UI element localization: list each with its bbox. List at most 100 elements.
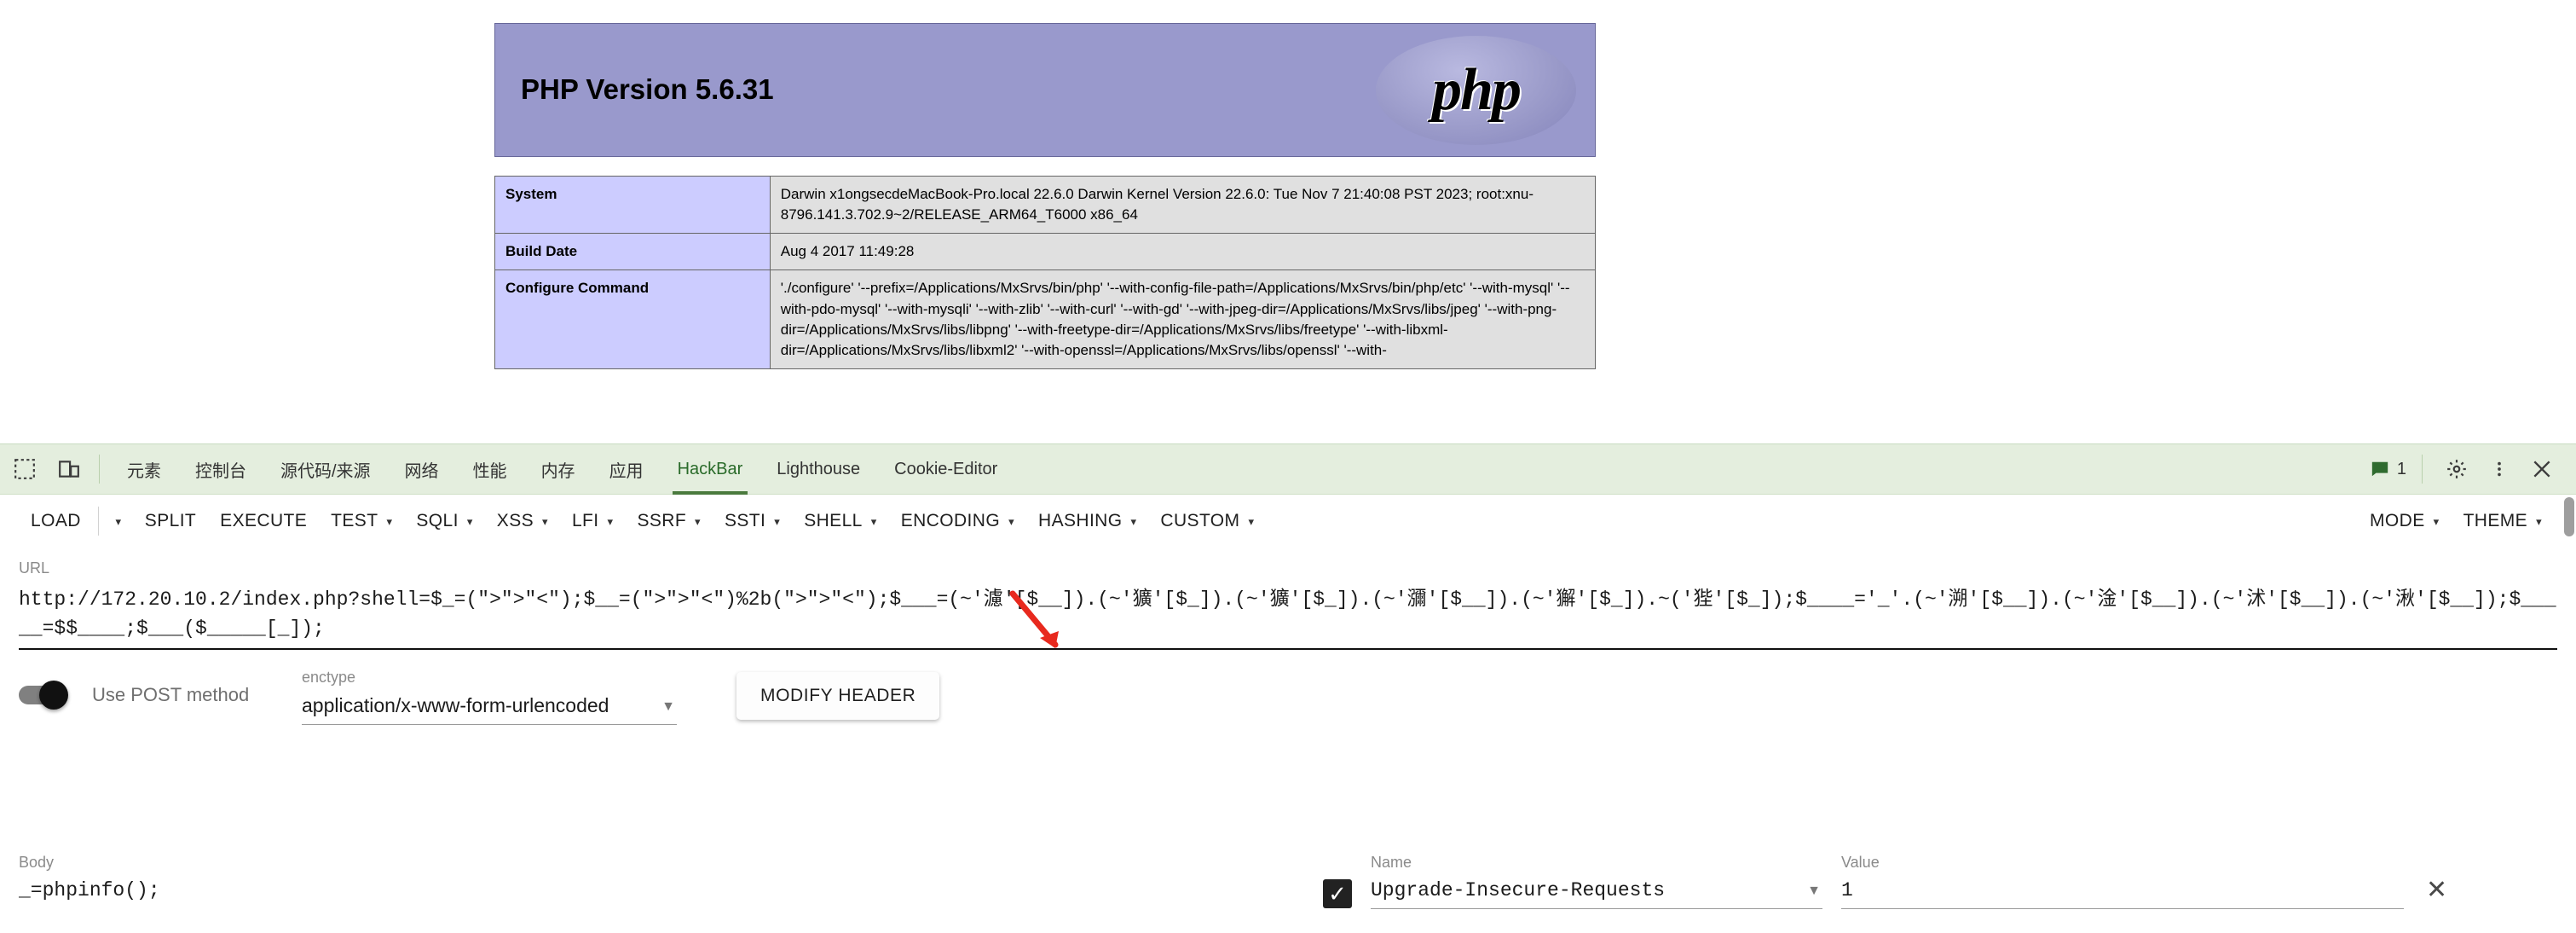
- theme-menu-button[interactable]: THEME ▾: [2452, 502, 2554, 540]
- ssti-menu-button[interactable]: SSTI ▾: [713, 502, 792, 540]
- use-post-method-label: Use POST method: [92, 684, 250, 705]
- xss-menu-label: XSS: [496, 511, 534, 530]
- devtools-tabbar: 元素 控制台 源代码/来源 网络 性能 内存 应用 HackBar Lighth…: [0, 444, 2576, 495]
- tab-sources[interactable]: 源代码/来源: [263, 444, 388, 495]
- table-cell-key: System: [494, 175, 771, 235]
- ssrf-menu-button[interactable]: SSRF ▾: [625, 502, 713, 540]
- mode-menu-button[interactable]: MODE ▾: [2358, 502, 2452, 540]
- table-row: System Darwin x1ongsecdeMacBook-Pro.loca…: [494, 175, 1597, 235]
- modify-header-button[interactable]: MODIFY HEADER: [736, 672, 940, 720]
- xss-menu-button[interactable]: XSS ▾: [485, 502, 560, 540]
- header-enabled-checkbox[interactable]: ✓: [1323, 879, 1352, 908]
- table-cell-key: Configure Command: [494, 269, 771, 369]
- execute-button[interactable]: EXECUTE: [208, 502, 319, 540]
- php-logo-icon: php: [1376, 36, 1576, 145]
- theme-menu-label: THEME: [2463, 511, 2528, 530]
- post-method-switch[interactable]: [19, 681, 72, 710]
- chevron-down-icon: ▾: [695, 514, 701, 528]
- load-dropdown-chevron-down-icon[interactable]: ▾: [104, 502, 133, 540]
- enctype-selected-value: application/x-www-form-urlencoded: [302, 694, 609, 716]
- header-name-group: Name Upgrade-Insecure-Requests ▼: [1371, 854, 1822, 909]
- close-icon[interactable]: [2523, 450, 2561, 488]
- tab-application[interactable]: 应用: [592, 444, 661, 495]
- chevron-down-icon: ▾: [2536, 514, 2542, 528]
- request-controls-row: Use POST method enctype application/x-ww…: [19, 669, 2557, 725]
- hackbar-toolbar: LOAD ▾ SPLIT EXECUTE TEST ▾ SQLI ▾ XSS ▾…: [0, 495, 2576, 548]
- page-title: PHP Version 5.6.31: [521, 73, 774, 105]
- tab-lighthouse[interactable]: Lighthouse: [760, 444, 877, 495]
- php-logo-label: php: [1432, 57, 1522, 123]
- custom-menu-label: CUSTOM: [1160, 511, 1240, 530]
- more-options-icon[interactable]: [2481, 450, 2518, 488]
- phpinfo-report: PHP Version 5.6.31 php System Darwin x1o…: [494, 23, 1597, 369]
- devtools-scrollbar[interactable]: [2564, 497, 2574, 536]
- header-value-group: Value 1: [1841, 854, 2404, 909]
- ssti-menu-label: SSTI: [724, 511, 766, 530]
- sqli-menu-label: SQLI: [416, 511, 459, 530]
- toolbar-divider: [2422, 455, 2423, 484]
- phpinfo-table: System Darwin x1ongsecdeMacBook-Pro.loca…: [494, 175, 1597, 369]
- test-menu-label: TEST: [331, 511, 378, 530]
- message-icon: [2371, 461, 2388, 477]
- lfi-menu-label: LFI: [571, 511, 599, 530]
- chevron-down-icon: ▾: [542, 514, 548, 528]
- shell-menu-button[interactable]: SHELL ▾: [792, 502, 888, 540]
- table-cell-value: Darwin x1ongsecdeMacBook-Pro.local 22.6.…: [769, 175, 1597, 235]
- header-entry-row: ✓ Name Upgrade-Insecure-Requests ▼ Value…: [1297, 854, 2557, 909]
- body-input[interactable]: _=phpinfo();: [19, 879, 1297, 901]
- load-button[interactable]: LOAD: [19, 502, 93, 540]
- url-input[interactable]: http://172.20.10.2/index.php?shell=$_=("…: [19, 585, 2557, 650]
- device-toolbar-icon[interactable]: [49, 449, 89, 489]
- chevron-down-icon: ▾: [1130, 514, 1137, 528]
- table-cell-key: Build Date: [494, 233, 771, 271]
- settings-gear-icon[interactable]: [2438, 450, 2475, 488]
- tab-cookie-editor[interactable]: Cookie-Editor: [877, 444, 1014, 495]
- tab-elements[interactable]: 元素: [110, 444, 178, 495]
- chevron-down-icon: ▾: [466, 514, 473, 528]
- devtools-tabbar-actions: 1: [2365, 450, 2576, 488]
- chevron-down-icon: ▾: [386, 514, 393, 528]
- toolbar-divider: [97, 507, 99, 536]
- tab-network[interactable]: 网络: [388, 444, 456, 495]
- lfi-menu-button[interactable]: LFI ▾: [560, 502, 625, 540]
- hashing-menu-button[interactable]: HASHING ▾: [1026, 502, 1148, 540]
- test-menu-button[interactable]: TEST ▾: [319, 502, 404, 540]
- table-row: Build Date Aug 4 2017 11:49:28: [494, 233, 1597, 271]
- status-badge: 1: [2396, 459, 2406, 478]
- tab-console[interactable]: 控制台: [178, 444, 263, 495]
- remove-header-close-icon[interactable]: ✕: [2426, 878, 2447, 903]
- enctype-label: enctype: [302, 669, 356, 686]
- header-name-label: Name: [1371, 854, 1412, 871]
- enctype-field-group: enctype application/x-www-form-urlencode…: [302, 669, 677, 725]
- body-field-group: Body _=phpinfo();: [19, 854, 1297, 901]
- chevron-down-icon: ▾: [607, 514, 614, 528]
- console-message-badge[interactable]: 1: [2365, 460, 2411, 479]
- split-button[interactable]: SPLIT: [133, 502, 208, 540]
- custom-menu-button[interactable]: CUSTOM ▾: [1148, 502, 1266, 540]
- table-cell-value: Aug 4 2017 11:49:28: [769, 233, 1597, 271]
- header-name-select[interactable]: Upgrade-Insecure-Requests ▼: [1371, 879, 1822, 909]
- chevron-down-icon: ▾: [774, 514, 781, 528]
- tab-memory[interactable]: 内存: [524, 444, 592, 495]
- hashing-menu-label: HASHING: [1038, 511, 1123, 530]
- tab-performance[interactable]: 性能: [456, 444, 524, 495]
- devtools-panel: 元素 控制台 源代码/来源 网络 性能 内存 应用 HackBar Lighth…: [0, 443, 2576, 933]
- enctype-select[interactable]: application/x-www-form-urlencoded ▼: [302, 694, 677, 725]
- inspect-element-icon[interactable]: [5, 449, 44, 489]
- tab-hackbar[interactable]: HackBar: [661, 444, 760, 495]
- phpinfo-banner: PHP Version 5.6.31 php: [494, 23, 1596, 157]
- chevron-down-icon: ▾: [870, 514, 877, 528]
- sqli-menu-button[interactable]: SQLI ▾: [404, 502, 484, 540]
- use-post-method-toggle[interactable]: Use POST method: [19, 669, 283, 710]
- header-name-value: Upgrade-Insecure-Requests: [1371, 879, 1666, 901]
- header-value-input[interactable]: 1: [1841, 879, 2404, 909]
- header-value-text: 1: [1841, 879, 1853, 901]
- url-field-group: URL http://172.20.10.2/index.php?shell=$…: [19, 559, 2557, 650]
- shell-menu-label: SHELL: [804, 511, 863, 530]
- switch-knob: [39, 681, 68, 710]
- request-body-and-header-row: Body _=phpinfo(); ✓ Name Upgrade-Insecur…: [0, 854, 2576, 909]
- chevron-down-icon: ▼: [1807, 884, 1821, 898]
- table-cell-value: './configure' '--prefix=/Applications/Mx…: [769, 269, 1597, 369]
- ssrf-menu-label: SSRF: [637, 511, 687, 530]
- encoding-menu-button[interactable]: ENCODING ▾: [889, 502, 1026, 540]
